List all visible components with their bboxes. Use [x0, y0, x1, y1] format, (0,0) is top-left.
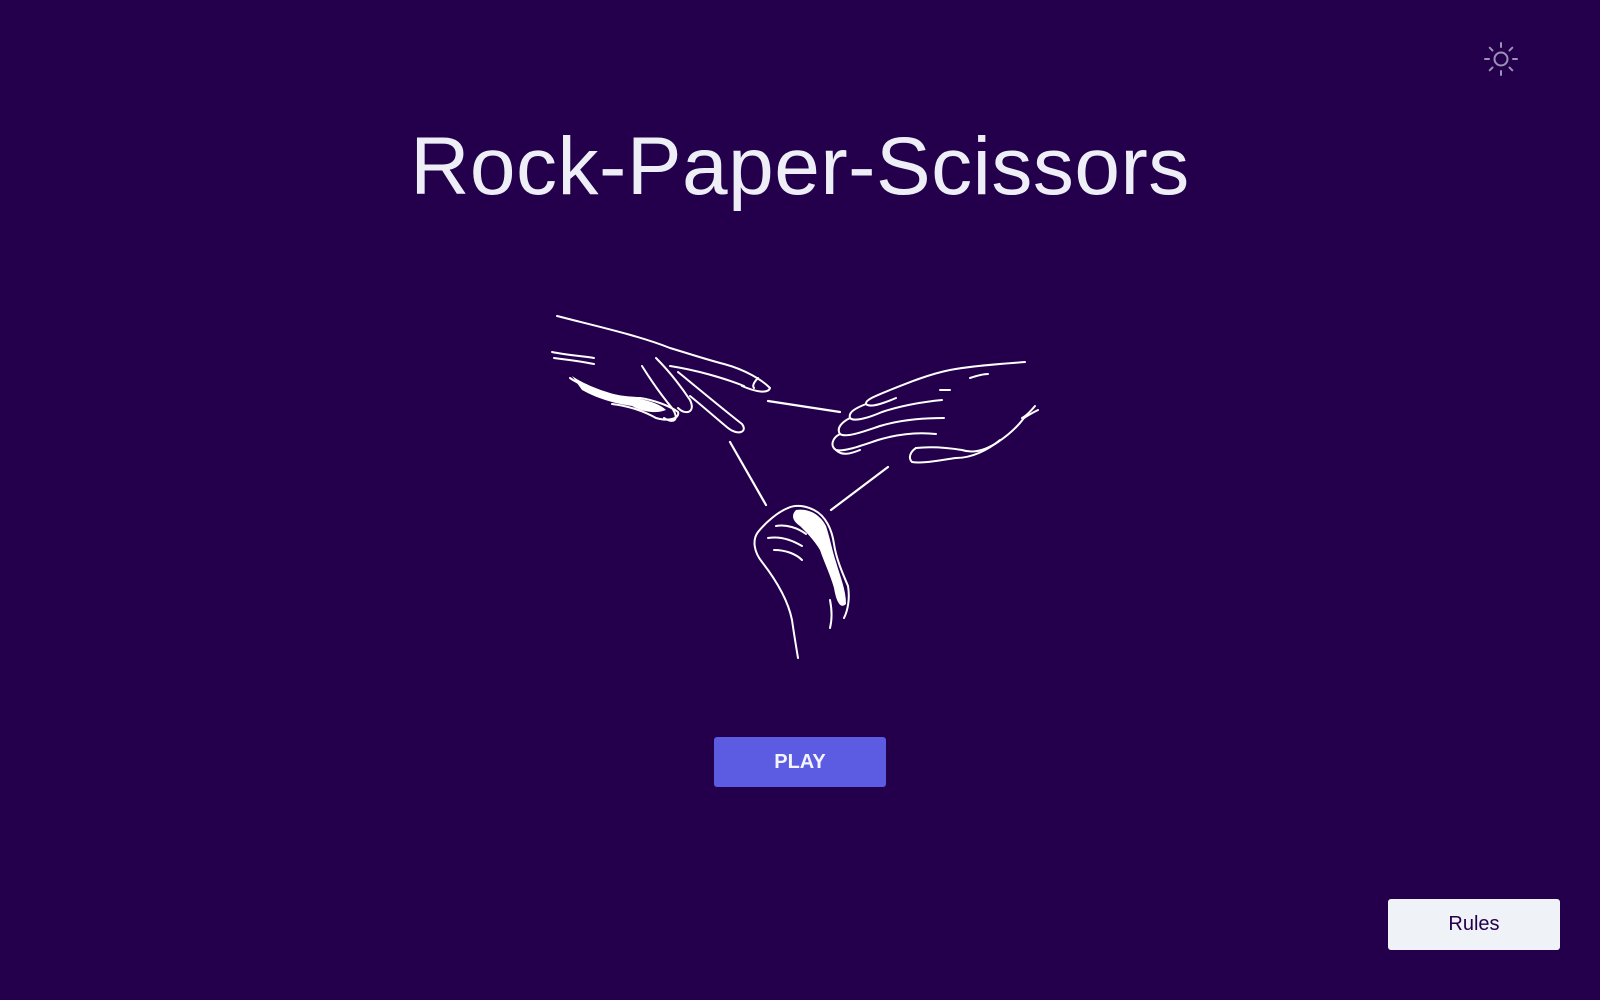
- page-title: Rock-Paper-Scissors: [410, 121, 1190, 212]
- game-home-screen: Rock-Paper-Scissors PLAY Rules: [0, 0, 1600, 1000]
- sun-icon: [1484, 42, 1518, 76]
- hands-illustration: [551, 315, 1039, 659]
- play-button[interactable]: PLAY: [714, 737, 886, 787]
- rock-fist-icon: [753, 504, 850, 659]
- rules-button[interactable]: Rules: [1388, 899, 1560, 950]
- connector-lines: [728, 399, 890, 512]
- scissors-hand-icon: [551, 315, 771, 434]
- paper-hand-icon: [831, 361, 1039, 464]
- theme-toggle-button[interactable]: [1482, 40, 1520, 78]
